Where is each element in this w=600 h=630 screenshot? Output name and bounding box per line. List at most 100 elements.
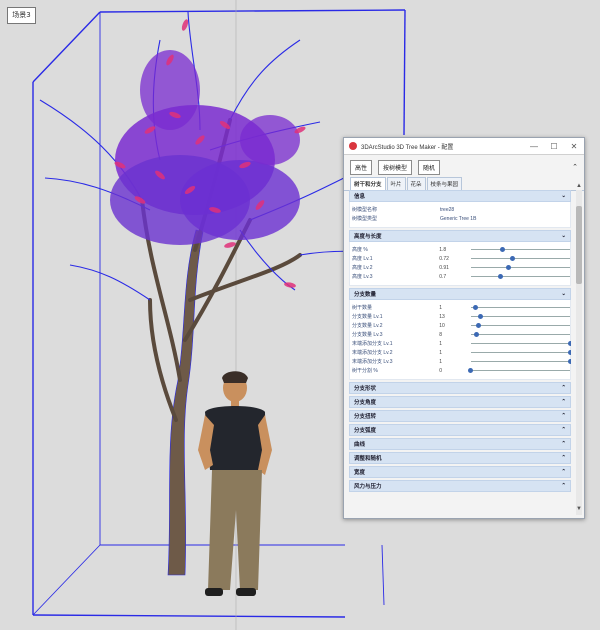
setting-row: 末端添加分支 Lv.3 1 bbox=[350, 357, 571, 366]
setting-value[interactable]: 13 bbox=[439, 314, 471, 320]
close-button[interactable]: ✕ bbox=[564, 142, 584, 151]
setting-slider[interactable] bbox=[468, 366, 570, 375]
tab-flowers[interactable]: 花朵 bbox=[406, 177, 426, 190]
setting-row: 高度 Lv.2 0.91 bbox=[350, 263, 570, 272]
setting-value[interactable]: 0.91 bbox=[439, 265, 471, 271]
scroll-down-icon[interactable]: ▼ bbox=[576, 506, 582, 512]
chevron-up-icon[interactable]: ⌃ bbox=[561, 455, 566, 461]
setting-label: 末端添加分支 Lv.2 bbox=[352, 350, 393, 356]
toolbar-button-by-model[interactable]: 按树模型 bbox=[378, 160, 413, 175]
tab-leaves[interactable]: 叶片 bbox=[386, 177, 406, 190]
slider-handle[interactable] bbox=[500, 247, 506, 252]
minimize-button[interactable]: — bbox=[524, 142, 544, 151]
chevron-up-icon[interactable]: ⌃ bbox=[561, 399, 566, 405]
slider-handle[interactable] bbox=[567, 341, 571, 346]
section-header[interactable]: 曲线 ⌃ bbox=[349, 438, 571, 450]
setting-value[interactable]: 0 bbox=[439, 368, 471, 374]
section-header[interactable]: 调整和随机 ⌃ bbox=[349, 452, 571, 464]
setting-label: 分支数量 Lv.3 bbox=[352, 332, 383, 338]
slider-handle[interactable] bbox=[510, 256, 516, 261]
chevron-down-icon[interactable]: ⌄ bbox=[561, 193, 566, 199]
section-title: 分支扭转 bbox=[354, 414, 377, 420]
slider-handle[interactable] bbox=[474, 332, 480, 337]
slider-handle[interactable] bbox=[473, 305, 479, 310]
slider-track bbox=[470, 258, 570, 259]
setting-label: 树模型类型 bbox=[352, 216, 378, 222]
section-title: 风力与压力 bbox=[354, 484, 382, 490]
setting-slider[interactable] bbox=[470, 321, 570, 330]
setting-value[interactable]: 0.7 bbox=[439, 274, 471, 280]
setting-value[interactable]: 1 bbox=[439, 305, 471, 311]
scrollbar-thumb[interactable] bbox=[576, 206, 582, 284]
section-header[interactable]: 分支数量 ⌄ bbox=[349, 288, 571, 300]
section-title: 分支形状 bbox=[354, 386, 377, 392]
slider-handle[interactable] bbox=[468, 368, 474, 373]
setting-slider[interactable] bbox=[470, 312, 570, 321]
setting-slider[interactable] bbox=[470, 272, 570, 281]
toolbar-button-quality[interactable]: 高性 bbox=[350, 160, 373, 175]
setting-label: 树干分割 % bbox=[352, 368, 378, 374]
section-title: 高度与长度 bbox=[354, 234, 382, 240]
setting-value[interactable]: 10 bbox=[439, 323, 471, 329]
settings-section: 分支弧度 ⌃ bbox=[349, 424, 571, 436]
chevron-up-icon[interactable]: ⌃ bbox=[561, 427, 566, 433]
section-body: 高度 % 1.8 高度 Lv.1 0.72 高度 Lv.2 0.91 高度 Lv.3 0.7 bbox=[349, 242, 571, 286]
slider-handle[interactable] bbox=[506, 265, 512, 270]
dialog-titlebar[interactable]: 3DArcStudio 3D Tree Maker - 配置 — ☐ ✕ bbox=[344, 138, 584, 155]
section-header[interactable]: 分支角度 ⌃ bbox=[349, 396, 571, 408]
slider-handle[interactable] bbox=[567, 350, 571, 355]
collapse-toolbar-icon[interactable]: ⌃ bbox=[572, 163, 578, 171]
setting-row: 末端添加分支 Lv.1 1 bbox=[350, 339, 571, 348]
setting-slider[interactable] bbox=[470, 339, 571, 348]
settings-section: 分支形状 ⌃ bbox=[349, 382, 571, 394]
setting-value[interactable]: 0.72 bbox=[439, 256, 471, 262]
setting-row: 分支数量 Lv.3 8 bbox=[350, 330, 570, 339]
section-header[interactable]: 风力与压力 ⌃ bbox=[349, 480, 571, 492]
setting-value[interactable]: 1 bbox=[439, 341, 471, 347]
setting-slider[interactable] bbox=[470, 330, 570, 339]
chevron-up-icon[interactable]: ⌃ bbox=[561, 483, 566, 489]
slider-handle[interactable] bbox=[478, 314, 484, 319]
setting-slider[interactable] bbox=[470, 254, 570, 263]
section-header[interactable]: 分支弧度 ⌃ bbox=[349, 424, 571, 436]
setting-slider[interactable] bbox=[470, 348, 571, 357]
setting-label: 高度 Lv.2 bbox=[352, 265, 373, 271]
section-header[interactable]: 宽度 ⌃ bbox=[349, 466, 571, 478]
chevron-down-icon[interactable]: ⌄ bbox=[561, 291, 566, 297]
slider-handle[interactable] bbox=[498, 274, 504, 279]
slider-handle[interactable] bbox=[476, 323, 482, 328]
chevron-down-icon[interactable]: ⌄ bbox=[561, 233, 566, 239]
slider-track bbox=[470, 276, 570, 277]
tab-trunk-branches[interactable]: 树干和分支 bbox=[350, 177, 386, 190]
section-header[interactable]: 分支形状 ⌃ bbox=[349, 382, 571, 394]
slider-track bbox=[470, 325, 570, 326]
slider-handle[interactable] bbox=[567, 359, 571, 364]
scrollbar[interactable] bbox=[576, 190, 582, 515]
scene-tab-label[interactable]: 场景3 bbox=[7, 7, 36, 24]
setting-slider[interactable] bbox=[470, 263, 570, 272]
setting-value[interactable]: 8 bbox=[439, 332, 471, 338]
setting-value[interactable]: 1.8 bbox=[439, 247, 471, 253]
section-title: 分支弧度 bbox=[354, 428, 377, 434]
section-header[interactable]: 信息 ⌄ bbox=[349, 190, 571, 202]
setting-row: 树干数量 1 bbox=[350, 303, 570, 312]
chevron-up-icon[interactable]: ⌃ bbox=[561, 413, 566, 419]
setting-value[interactable]: 1 bbox=[439, 350, 471, 356]
section-header[interactable]: 分支扭转 ⌃ bbox=[349, 410, 571, 422]
section-header[interactable]: 高度与长度 ⌄ bbox=[349, 230, 571, 242]
slider-track bbox=[470, 343, 570, 344]
setting-slider[interactable] bbox=[470, 357, 571, 366]
tab-twigs-fruit[interactable]: 枝条与果园 bbox=[426, 177, 463, 190]
human-scale-figure bbox=[198, 371, 272, 596]
toolbar-button-random[interactable]: 随机 bbox=[418, 160, 441, 175]
setting-slider[interactable] bbox=[470, 245, 570, 254]
maximize-button[interactable]: ☐ bbox=[544, 142, 564, 151]
slider-track bbox=[470, 267, 570, 268]
chevron-up-icon[interactable]: ⌃ bbox=[561, 385, 566, 391]
setting-slider[interactable] bbox=[470, 303, 570, 312]
scroll-up-icon[interactable]: ▲ bbox=[576, 183, 582, 189]
setting-value[interactable]: 1 bbox=[439, 359, 471, 365]
chevron-up-icon[interactable]: ⌃ bbox=[561, 469, 566, 475]
chevron-up-icon[interactable]: ⌃ bbox=[561, 441, 566, 447]
settings-section: 调整和随机 ⌃ bbox=[349, 452, 571, 464]
